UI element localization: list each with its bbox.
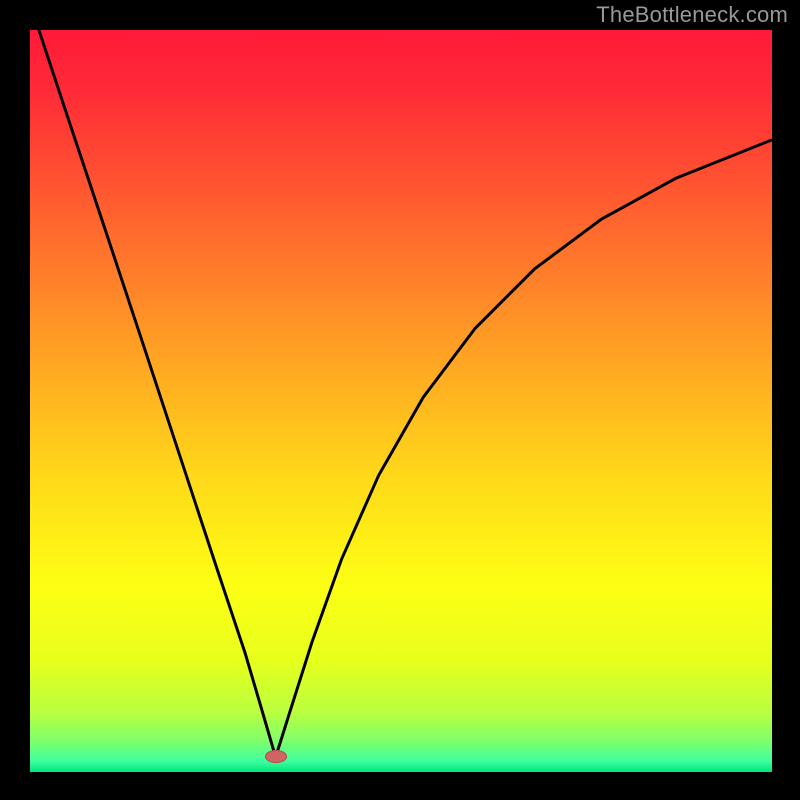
chart-stage: TheBottleneck.com: [0, 0, 800, 800]
watermark-text: TheBottleneck.com: [596, 2, 788, 28]
plot-area: [30, 30, 772, 772]
min-marker: [265, 750, 287, 763]
gradient-background: [30, 30, 772, 772]
